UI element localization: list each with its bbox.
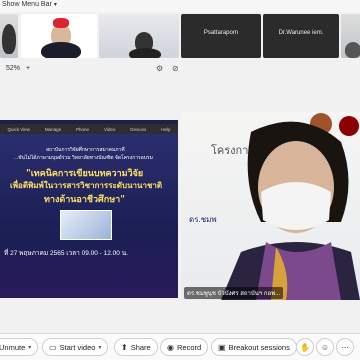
toolbar-item: Phone xyxy=(76,126,90,132)
active-speaker-video[interactable]: โครงการอบร ดร.ชมพ xyxy=(181,112,360,300)
share-button[interactable]: ⬆ Share xyxy=(114,338,158,356)
emoji-icon[interactable]: ☺ xyxy=(316,338,334,356)
share-label: Share xyxy=(130,342,151,352)
slide-title: "เทคนิคการเขียนบทความวิจัย xyxy=(26,169,144,179)
record-icon: ◉ xyxy=(167,342,174,352)
toolbar-item: Devices xyxy=(130,126,147,132)
unmute-button[interactable]: Unmute ▾ xyxy=(0,338,39,356)
participant-thumbnail[interactable] xyxy=(341,14,360,58)
slide-title: เพื่อตีพิมพ์ในวารสารวิชาการระดับนานาชาติ xyxy=(10,180,163,190)
breakout-icon: ▣ xyxy=(218,342,226,352)
toolbar-item: Quick View xyxy=(7,126,30,132)
slide-org-line: ...ชันไม่ได้ภาษามนุษย์ร่วม วิทยาลัยทางบั… xyxy=(14,155,153,161)
toolbar-item: Help xyxy=(161,126,171,132)
zoom-in-button[interactable]: + xyxy=(26,65,30,72)
chevron-down-icon[interactable]: ▾ xyxy=(28,344,31,351)
record-label: Record xyxy=(176,342,202,352)
record-button[interactable]: ◉ Record xyxy=(160,338,209,356)
slide-date: ที่ 27 พฤษภาคม 2565 เวลา 09.00 - 12.00 น… xyxy=(4,250,128,257)
slide-image xyxy=(60,210,112,240)
presentation-slide: สถาบันการวิจัยศึกษาการสมาคมภาคี ...ชันไม… xyxy=(0,134,178,298)
participant-thumbnail[interactable]: Dr.Warunee iem. xyxy=(263,14,339,58)
toolbar-item: Manage xyxy=(44,126,62,132)
more-options-icon[interactable]: ⋯ xyxy=(336,338,354,356)
reactions-icon[interactable]: ✋ xyxy=(296,338,314,356)
zoom-level: 52% xyxy=(6,65,21,72)
breakout-sessions-button[interactable]: ▣ Breakout sessions xyxy=(211,338,297,356)
annotate-icon[interactable]: ⚙ xyxy=(156,64,163,73)
speaker-figure: โครงการอบร ดร.ชมพ xyxy=(189,113,360,300)
video-off-icon: ▭ xyxy=(49,342,57,352)
participant-thumbnail[interactable] xyxy=(0,14,18,58)
unmute-label: Unmute xyxy=(0,342,26,352)
slide-org-line: สถาบันการวิจัยศึกษาการสมาคมภาคี xyxy=(46,147,125,153)
slide-title: ทางด้านอาชีวศึกษา" xyxy=(44,195,125,205)
shared-app-toolbar: Quick View Manage Phone Video Devices He… xyxy=(0,124,178,134)
participant-thumbnail[interactable]: Psattaraporn xyxy=(181,14,261,58)
participant-name: Psattaraporn xyxy=(203,30,239,36)
participant-name: Dr.Warunee iem. xyxy=(278,30,324,36)
chevron-down-icon[interactable]: ▾ xyxy=(98,344,101,351)
background-name-text: ดร.ชมพ xyxy=(189,215,217,224)
show-menu-label: Show Menu Bar xyxy=(2,1,52,8)
speaker-name-caption: ดร.ชมพูนุช บัวบังศร สถาบันฯ กอพ... xyxy=(184,287,284,299)
toolbar-item: Video xyxy=(103,126,116,132)
show-menu-bar-toggle[interactable]: Show Menu Bar ▾ xyxy=(2,1,57,8)
start-video-label: Start video xyxy=(59,342,96,352)
participant-thumbnail[interactable] xyxy=(99,14,179,58)
zoom-controls: 52% + xyxy=(6,65,30,72)
start-video-button[interactable]: ▭ Start video ▾ xyxy=(42,338,109,356)
chevron-down-icon: ▾ xyxy=(53,2,57,8)
participant-thumbnail[interactable] xyxy=(21,14,97,58)
share-icon: ⬆ xyxy=(121,342,128,352)
options-icon[interactable]: ⊘ xyxy=(172,64,179,73)
breakout-label: Breakout sessions xyxy=(228,342,290,352)
